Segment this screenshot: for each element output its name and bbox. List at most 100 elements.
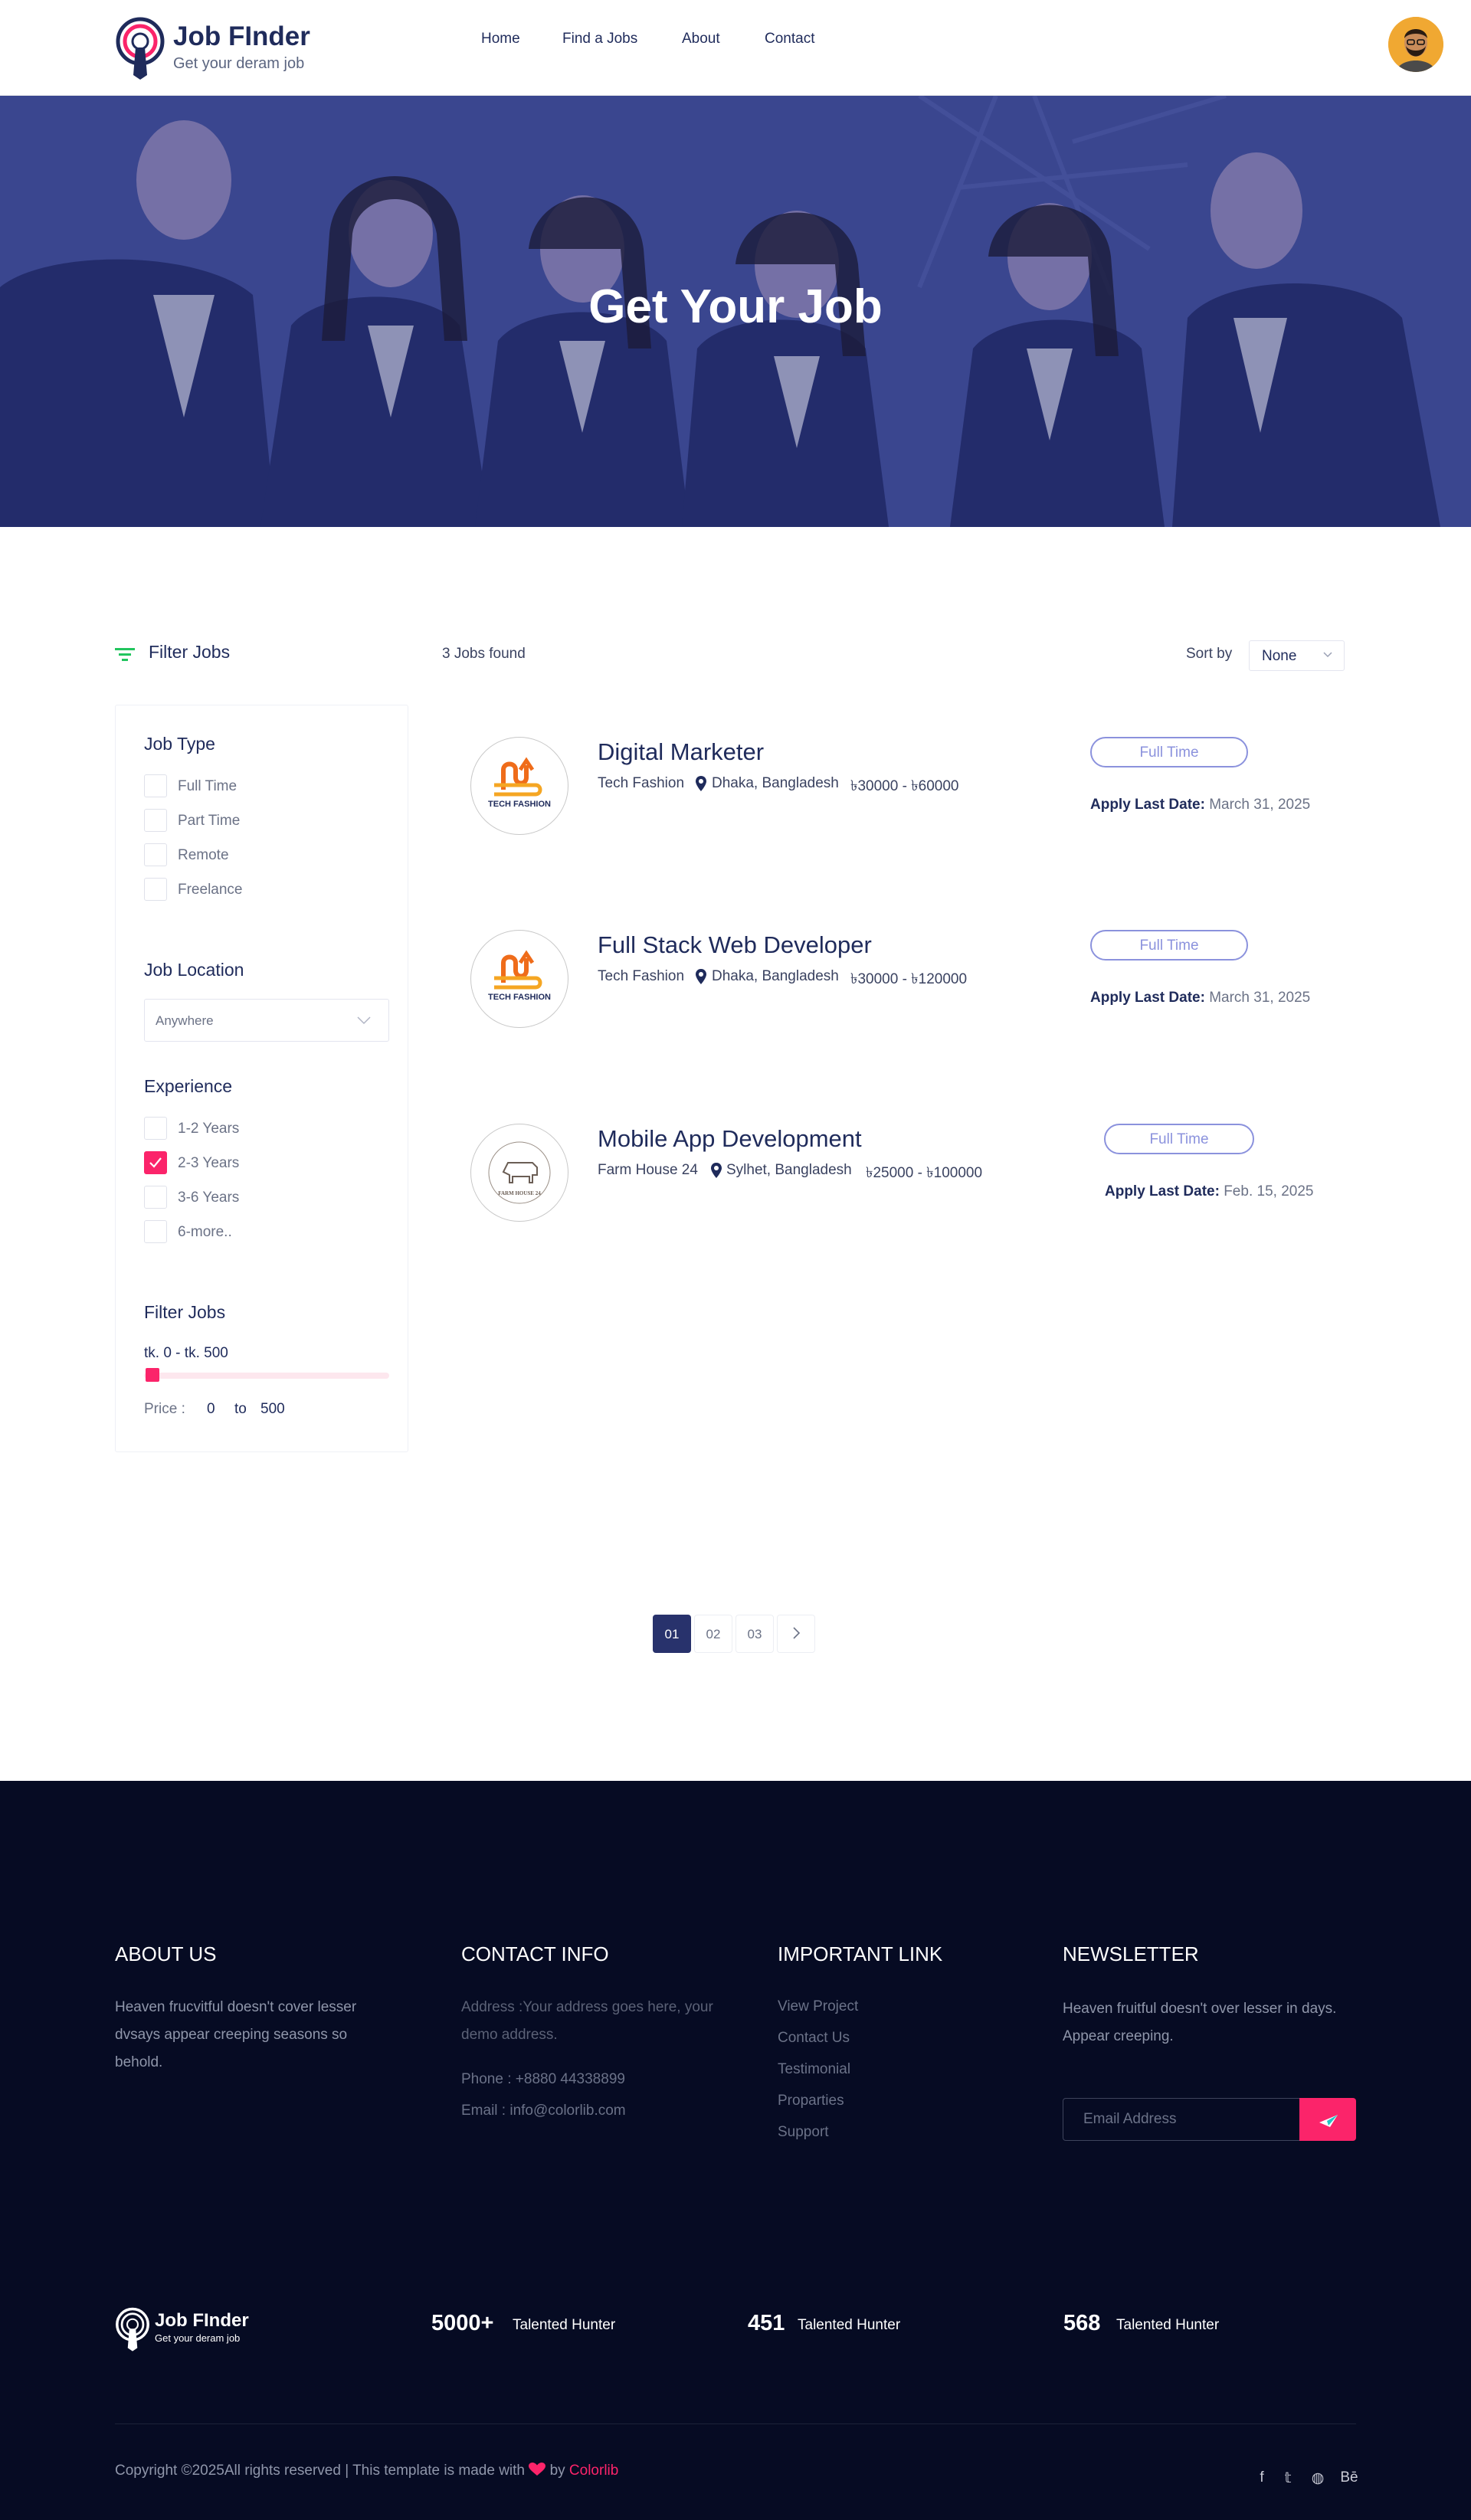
deadline-date: Feb. 15, 2025: [1224, 1183, 1314, 1199]
checkmark-icon: [149, 1157, 162, 1168]
site-footer: [0, 1781, 1471, 2520]
checkbox-label: Full Time: [178, 778, 238, 794]
deadline-date: March 31, 2025: [1209, 797, 1311, 813]
hero-banner: Get Your Job: [0, 96, 1471, 527]
newsletter-email-input[interactable]: Email Address: [1063, 2098, 1300, 2141]
job-location: Dhaka, Bangladesh: [712, 775, 839, 791]
location-pin-icon: [711, 1163, 722, 1178]
job-title[interactable]: Mobile App Development: [598, 1125, 862, 1153]
checkbox-label: 2-3 Years: [178, 1155, 240, 1171]
checkbox-label: Part Time: [178, 813, 241, 829]
checkbox[interactable]: [144, 1220, 167, 1243]
copyright-by: by: [549, 2463, 565, 2479]
brand-name: Job FInder: [173, 21, 310, 51]
job-card[interactable]: TECH FASHION Full Stack Web Developer Te…: [470, 930, 1344, 1029]
stat-number: 5000+: [431, 2311, 494, 2335]
job-location-value: Anywhere: [156, 1013, 214, 1028]
job-deadline: Apply Last Date: March 31, 2025: [1090, 990, 1310, 1006]
checkbox[interactable]: [144, 878, 167, 901]
job-type-badge[interactable]: Full Time: [1090, 930, 1248, 961]
deadline-date: March 31, 2025: [1209, 990, 1311, 1006]
experience-heading: Experience: [144, 1076, 233, 1096]
checkbox-label: Remote: [178, 847, 229, 863]
stat-label: Talented Hunter: [1116, 2317, 1220, 2333]
footer-link-proparties[interactable]: Proparties: [778, 2093, 844, 2109]
behance-icon[interactable]: Bē: [1338, 2469, 1361, 2486]
sort-by-label: Sort by: [1186, 646, 1233, 662]
nav-contact[interactable]: Contact: [765, 31, 814, 47]
job-title[interactable]: Digital Marketer: [598, 738, 764, 766]
footer-links-heading: IMPORTANT LINK: [778, 1942, 943, 1965]
filter-icon: [115, 648, 135, 661]
brand-logo[interactable]: Job FInder Get your deram job: [115, 15, 345, 80]
job-card[interactable]: FARM HOUSE 24 Mobile App Development Far…: [470, 1124, 1344, 1223]
stat-label: Talented Hunter: [513, 2317, 616, 2333]
checkbox-checked[interactable]: [144, 1151, 167, 1174]
job-location: Sylhet, Bangladesh: [726, 1162, 852, 1178]
price-filter-heading: Filter Jobs: [144, 1302, 226, 1322]
deadline-label: Apply Last Date:: [1090, 797, 1205, 813]
nav-find-jobs[interactable]: Find a Jobs: [562, 31, 637, 47]
price-min-input[interactable]: 0: [207, 1401, 215, 1418]
facebook-icon[interactable]: f: [1253, 2469, 1270, 2486]
footer-brand-tagline: Get your deram job: [155, 2332, 241, 2344]
job-company: Tech Fashion: [598, 775, 685, 791]
twitter-icon[interactable]: 𝕥: [1279, 2469, 1296, 2486]
page-1-button[interactable]: 01: [653, 1615, 691, 1653]
footer-link-view-project[interactable]: View Project: [778, 1998, 858, 2015]
footer-newsletter-heading: NEWSLETTER: [1063, 1942, 1199, 1965]
next-page-button[interactable]: [777, 1615, 815, 1653]
price-to-label: to: [234, 1401, 247, 1417]
chevron-down-icon: [357, 1016, 371, 1025]
job-title[interactable]: Full Stack Web Developer: [598, 931, 872, 959]
copyright-text: Copyright ©2025All rights reserved | Thi…: [115, 2463, 618, 2479]
brand-tagline: Get your deram job: [173, 55, 305, 72]
deadline-label: Apply Last Date:: [1105, 1183, 1220, 1199]
footer-link-support[interactable]: Support: [778, 2124, 829, 2141]
checkbox-label: 1-2 Years: [178, 1121, 240, 1137]
price-range-text: tk. 0 - tk. 500: [144, 1345, 228, 1361]
filter-jobs-label: Filter Jobs: [149, 642, 231, 662]
chevron-right-icon: [793, 1627, 801, 1639]
stat-number: 451: [748, 2311, 785, 2335]
job-salary: ৳30000 - ৳120000: [850, 971, 968, 987]
job-card[interactable]: TECH FASHION Digital Marketer Tech Fashi…: [470, 737, 1344, 836]
page-2-button[interactable]: 02: [694, 1615, 732, 1653]
footer-brand-name: Job FInder: [155, 2310, 249, 2331]
user-avatar[interactable]: [1388, 17, 1443, 72]
checkbox[interactable]: [144, 1186, 167, 1209]
footer-email: Email : info@colorlib.com: [461, 2103, 626, 2119]
price-max-input[interactable]: 500: [260, 1401, 285, 1418]
price-range-track[interactable]: [144, 1373, 389, 1379]
job-type-badge[interactable]: Full Time: [1090, 737, 1248, 767]
newsletter-submit-button[interactable]: [1299, 2098, 1356, 2141]
globe-icon[interactable]: ◍: [1309, 2469, 1326, 2486]
footer-brand-logo[interactable]: Job FInder Get your deram job: [115, 2306, 268, 2351]
job-company: Tech Fashion: [598, 968, 685, 984]
sort-select[interactable]: None: [1249, 640, 1345, 671]
footer-link-testimonial[interactable]: Testimonial: [778, 2061, 850, 2078]
company-logo: TECH FASHION: [470, 930, 568, 1028]
checkbox[interactable]: [144, 809, 167, 832]
company-logo: FARM HOUSE 24: [470, 1124, 568, 1222]
checkbox[interactable]: [144, 843, 167, 866]
copyright-prefix: Copyright ©2025All rights reserved | Thi…: [115, 2463, 525, 2479]
page-3-button[interactable]: 03: [736, 1615, 774, 1653]
deadline-label: Apply Last Date:: [1090, 990, 1205, 1006]
footer-link-contact-us[interactable]: Contact Us: [778, 2030, 850, 2047]
farm-house-logo-icon: FARM HOUSE 24: [488, 1141, 551, 1204]
job-deadline: Apply Last Date: Feb. 15, 2025: [1105, 1183, 1313, 1200]
colorlib-link[interactable]: Colorlib: [569, 2463, 618, 2479]
job-location-heading: Job Location: [144, 960, 244, 980]
send-plane-icon: [1319, 2115, 1338, 2127]
nav-home[interactable]: Home: [481, 31, 520, 47]
nav-about[interactable]: About: [682, 31, 720, 47]
job-location-select[interactable]: Anywhere: [144, 999, 389, 1042]
price-range-handle[interactable]: [146, 1368, 159, 1382]
job-type-badge[interactable]: Full Time: [1104, 1124, 1254, 1154]
checkbox[interactable]: [144, 1117, 167, 1140]
checkbox[interactable]: [144, 774, 167, 797]
location-pin-icon: [696, 969, 706, 984]
hero-title: Get Your Job: [588, 280, 883, 333]
company-logo-text: TECH FASHION: [488, 800, 551, 809]
